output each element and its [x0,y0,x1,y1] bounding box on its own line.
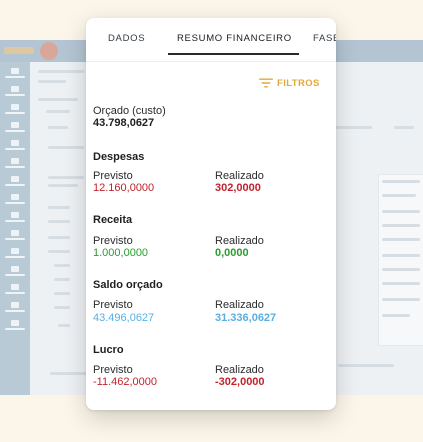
tab-bar: DADOS RESUMO FINANCEIRO FASE [86,18,336,58]
revenue-forecast-value: 1.000,0000 [93,247,149,259]
revenue-forecast-label: Previsto [93,235,133,247]
profit-actual-value: -302,0000 [215,376,265,388]
filters-button[interactable]: FILTROS [259,77,320,89]
sidebar-item [3,122,27,136]
expenses-forecast-value: 12.160,0000 [93,182,155,194]
sidebar-item [3,320,27,334]
filters-label: FILTROS [277,77,320,89]
sidebar-item [3,194,27,208]
filter-lines-icon [259,78,273,88]
divider [86,61,336,62]
background-sidebar [0,62,30,395]
budget-balance-actual-value: 31.336,0627 [215,312,277,324]
tab-dados[interactable]: DADOS [108,33,145,44]
budget-label: Orçado (custo) [93,105,166,117]
avatar [40,42,58,60]
revenue-actual-value: 0,0000 [215,247,249,259]
profit-forecast-label: Previsto [93,364,133,376]
expenses-actual-value: 302,0000 [215,182,261,194]
sidebar-item [3,212,27,226]
sidebar-item [3,266,27,280]
profit-forecast-value: -11.462,0000 [93,376,158,388]
profit-actual-label: Realizado [215,364,264,376]
tab-resumo-financeiro[interactable]: RESUMO FINANCEIRO [177,33,292,44]
revenue-actual-label: Realizado [215,235,264,247]
sidebar-item [3,302,27,316]
sidebar-item [3,284,27,298]
sidebar-item [3,104,27,118]
active-tab-indicator [168,53,299,55]
sidebar-item [3,86,27,100]
budget-balance-forecast-value: 43.496,0627 [93,312,155,324]
background-logo [4,47,34,54]
budget-balance-forecast-label: Previsto [93,299,133,311]
financial-summary-panel: DADOS RESUMO FINANCEIRO FASE FILTROS Orç… [86,18,336,410]
budget-balance-actual-label: Realizado [215,299,264,311]
sidebar-item [3,68,27,82]
sidebar-item [3,140,27,154]
sidebar-item [3,230,27,244]
sidebar-item [3,248,27,262]
revenue-heading: Receita [93,214,133,226]
expenses-heading: Despesas [93,151,145,163]
sidebar-item [3,158,27,172]
budget-value: 43.798,0627 [93,117,155,129]
profit-heading: Lucro [93,344,124,356]
expenses-actual-label: Realizado [215,170,264,182]
sidebar-item [3,176,27,190]
budget-balance-heading: Saldo orçado [93,279,163,291]
expenses-forecast-label: Previsto [93,170,133,182]
tab-fase[interactable]: FASE [313,33,336,44]
